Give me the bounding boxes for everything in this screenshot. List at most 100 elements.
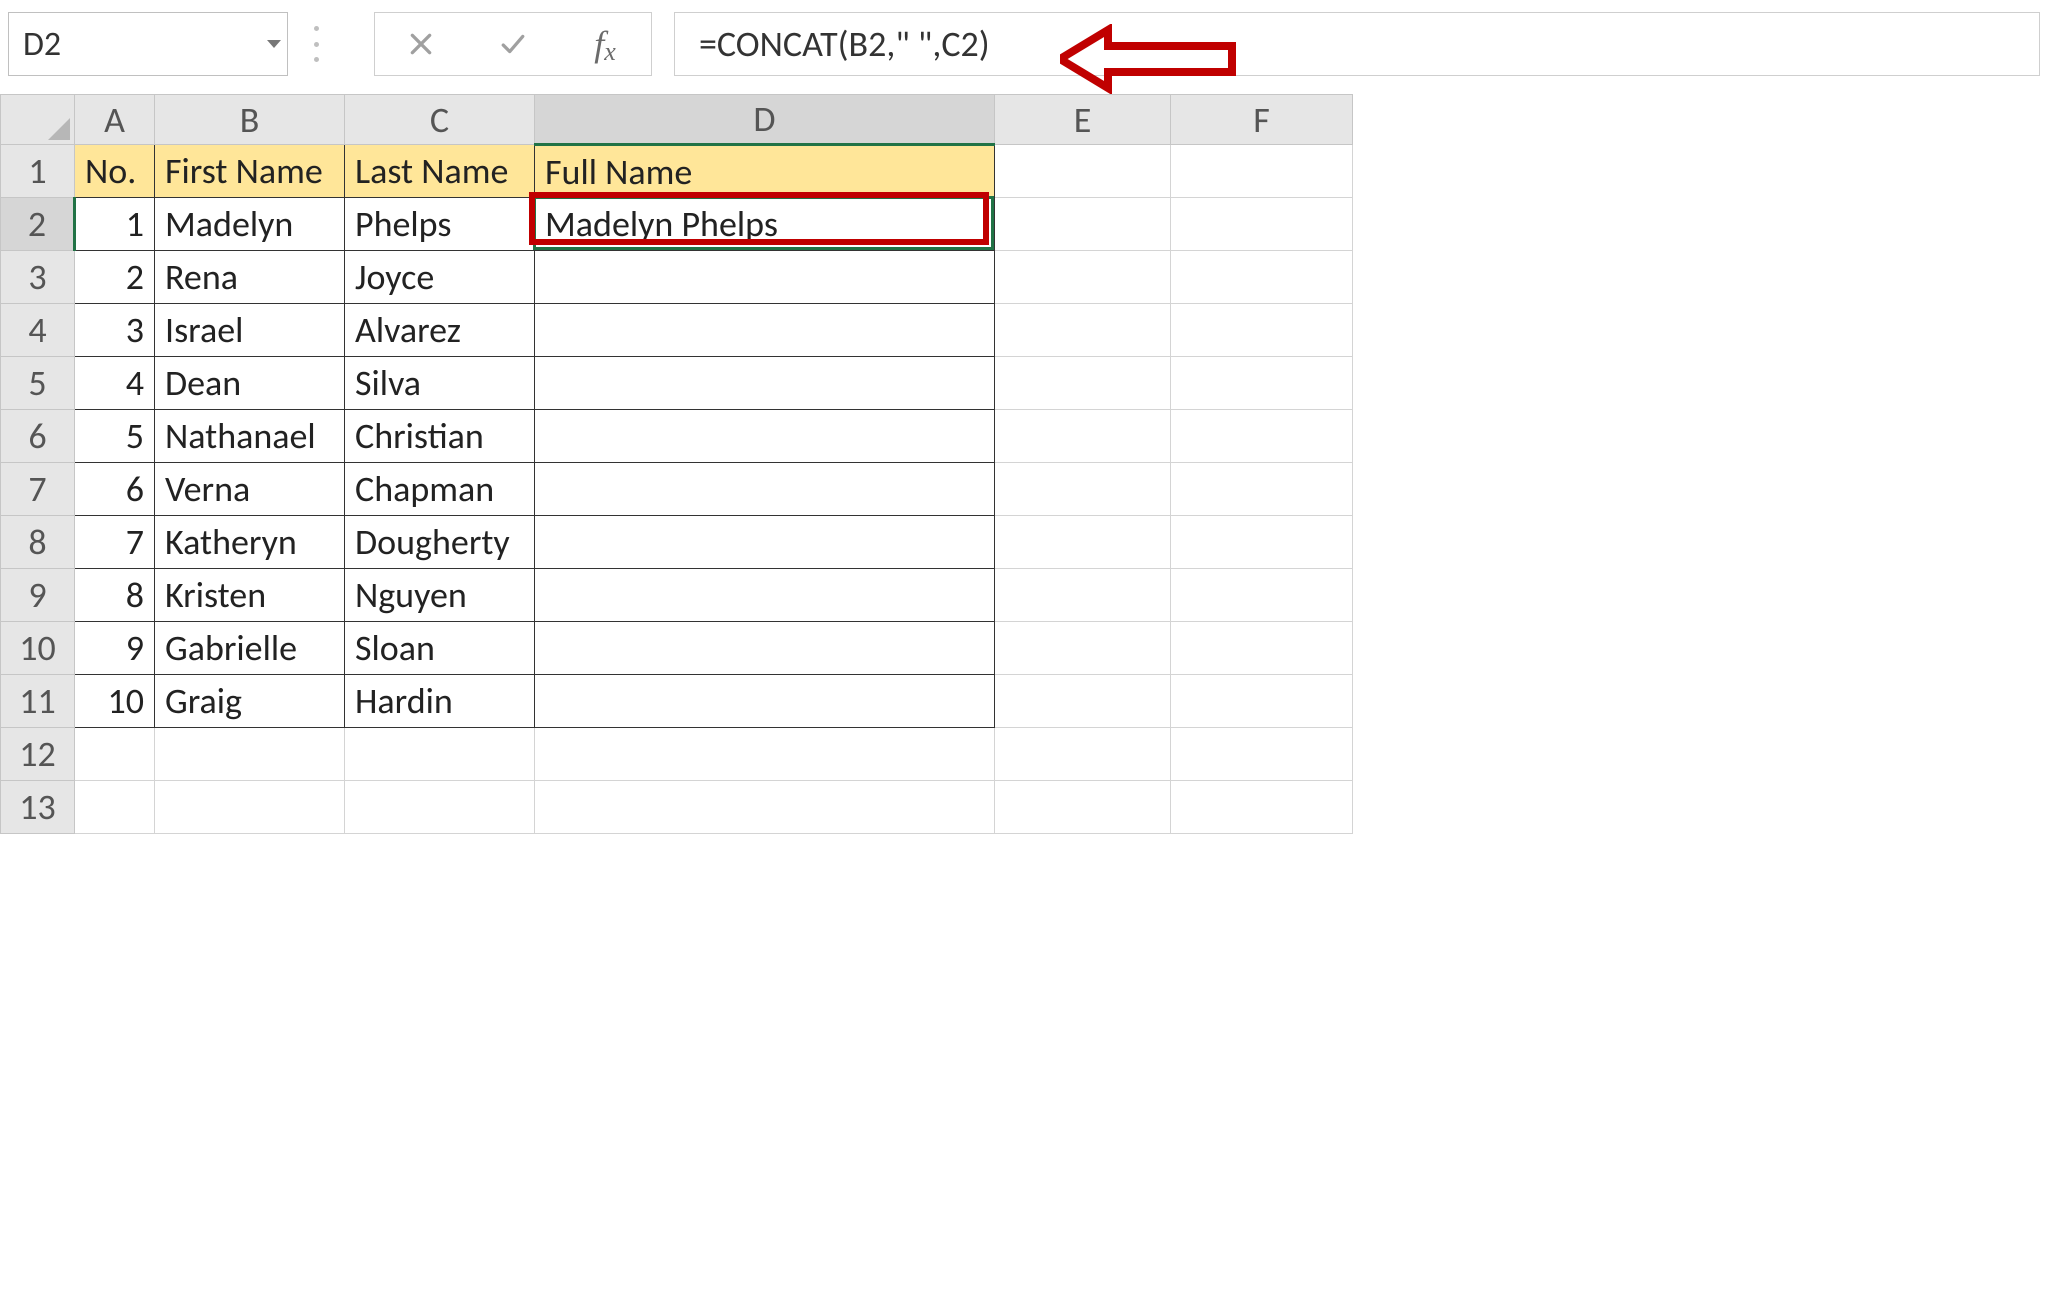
cell-B13[interactable]	[155, 781, 345, 834]
cell-F4[interactable]	[1171, 304, 1353, 357]
column-header-E[interactable]: E	[995, 95, 1171, 145]
cancel-button[interactable]	[375, 13, 467, 75]
cell-C9[interactable]: Nguyen	[345, 569, 535, 622]
cell-A1[interactable]: No.	[75, 145, 155, 198]
cell-E4[interactable]	[995, 304, 1171, 357]
cell-B12[interactable]	[155, 728, 345, 781]
cell-E7[interactable]	[995, 463, 1171, 516]
row-header-9[interactable]: 9	[1, 569, 75, 622]
cell-D12[interactable]	[535, 728, 995, 781]
column-header-B[interactable]: B	[155, 95, 345, 145]
cell-D1[interactable]: Full Name	[535, 145, 995, 198]
cell-E6[interactable]	[995, 410, 1171, 463]
cell-C11[interactable]: Hardin	[345, 675, 535, 728]
cell-E11[interactable]	[995, 675, 1171, 728]
cell-C12[interactable]	[345, 728, 535, 781]
cell-B10[interactable]: Gabrielle	[155, 622, 345, 675]
cell-F9[interactable]	[1171, 569, 1353, 622]
cell-A2[interactable]: 1	[75, 198, 155, 251]
cell-A7[interactable]: 6	[75, 463, 155, 516]
select-all-button[interactable]	[1, 95, 75, 145]
cell-F11[interactable]	[1171, 675, 1353, 728]
row-header-12[interactable]: 12	[1, 728, 75, 781]
cell-D5[interactable]	[535, 357, 995, 410]
row-header-1[interactable]: 1	[1, 145, 75, 198]
cell-A13[interactable]	[75, 781, 155, 834]
cell-F12[interactable]	[1171, 728, 1353, 781]
cell-B7[interactable]: Verna	[155, 463, 345, 516]
row-header-4[interactable]: 4	[1, 304, 75, 357]
cell-F7[interactable]	[1171, 463, 1353, 516]
cell-D6[interactable]	[535, 410, 995, 463]
cell-F13[interactable]	[1171, 781, 1353, 834]
column-header-F[interactable]: F	[1171, 95, 1353, 145]
cell-B11[interactable]: Graig	[155, 675, 345, 728]
cell-B5[interactable]: Dean	[155, 357, 345, 410]
insert-function-button[interactable]: fx	[559, 13, 651, 75]
row-header-7[interactable]: 7	[1, 463, 75, 516]
cell-F10[interactable]	[1171, 622, 1353, 675]
cell-F8[interactable]	[1171, 516, 1353, 569]
cell-C8[interactable]: Dougherty	[345, 516, 535, 569]
cell-E5[interactable]	[995, 357, 1171, 410]
cell-E9[interactable]	[995, 569, 1171, 622]
cell-F3[interactable]	[1171, 251, 1353, 304]
formula-input[interactable]: =CONCAT(B2," ",C2)	[674, 12, 2040, 76]
cell-F5[interactable]	[1171, 357, 1353, 410]
cell-A12[interactable]	[75, 728, 155, 781]
cell-E8[interactable]	[995, 516, 1171, 569]
cell-E1[interactable]	[995, 145, 1171, 198]
cell-F1[interactable]	[1171, 145, 1353, 198]
cell-E13[interactable]	[995, 781, 1171, 834]
cell-B9[interactable]: Kristen	[155, 569, 345, 622]
cell-B2[interactable]: Madelyn	[155, 198, 345, 251]
cell-B6[interactable]: Nathanael	[155, 410, 345, 463]
row-header-8[interactable]: 8	[1, 516, 75, 569]
column-header-A[interactable]: A	[75, 95, 155, 145]
cell-A11[interactable]: 10	[75, 675, 155, 728]
cell-D3[interactable]	[535, 251, 995, 304]
cell-A8[interactable]: 7	[75, 516, 155, 569]
column-header-C[interactable]: C	[345, 95, 535, 145]
cell-B1[interactable]: First Name	[155, 145, 345, 198]
cell-A5[interactable]: 4	[75, 357, 155, 410]
cell-D8[interactable]	[535, 516, 995, 569]
cell-D10[interactable]	[535, 622, 995, 675]
name-box[interactable]: D2	[8, 12, 288, 76]
cell-B4[interactable]: Israel	[155, 304, 345, 357]
cell-E10[interactable]	[995, 622, 1171, 675]
cell-D11[interactable]	[535, 675, 995, 728]
cell-C4[interactable]: Alvarez	[345, 304, 535, 357]
cell-B3[interactable]: Rena	[155, 251, 345, 304]
cell-C3[interactable]: Joyce	[345, 251, 535, 304]
column-header-D[interactable]: D	[535, 95, 995, 145]
row-header-13[interactable]: 13	[1, 781, 75, 834]
cell-F2[interactable]	[1171, 198, 1353, 251]
cell-D7[interactable]	[535, 463, 995, 516]
cell-A4[interactable]: 3	[75, 304, 155, 357]
chevron-down-icon[interactable]	[267, 40, 281, 48]
cell-A6[interactable]: 5	[75, 410, 155, 463]
cell-C5[interactable]: Silva	[345, 357, 535, 410]
row-header-6[interactable]: 6	[1, 410, 75, 463]
cell-D9[interactable]	[535, 569, 995, 622]
cell-B8[interactable]: Katheryn	[155, 516, 345, 569]
cell-A3[interactable]: 2	[75, 251, 155, 304]
enter-button[interactable]	[467, 13, 559, 75]
grip-icon[interactable]	[312, 22, 320, 66]
cell-E2[interactable]	[995, 198, 1171, 251]
cell-A10[interactable]: 9	[75, 622, 155, 675]
cell-A9[interactable]: 8	[75, 569, 155, 622]
cell-C7[interactable]: Chapman	[345, 463, 535, 516]
row-header-2[interactable]: 2	[1, 198, 75, 251]
cell-E12[interactable]	[995, 728, 1171, 781]
cell-C10[interactable]: Sloan	[345, 622, 535, 675]
row-header-11[interactable]: 11	[1, 675, 75, 728]
row-header-10[interactable]: 10	[1, 622, 75, 675]
cell-C1[interactable]: Last Name	[345, 145, 535, 198]
cell-C2[interactable]: Phelps	[345, 198, 535, 251]
cell-C6[interactable]: Christian	[345, 410, 535, 463]
row-header-3[interactable]: 3	[1, 251, 75, 304]
cell-D2[interactable]: Madelyn Phelps	[535, 198, 995, 251]
row-header-5[interactable]: 5	[1, 357, 75, 410]
